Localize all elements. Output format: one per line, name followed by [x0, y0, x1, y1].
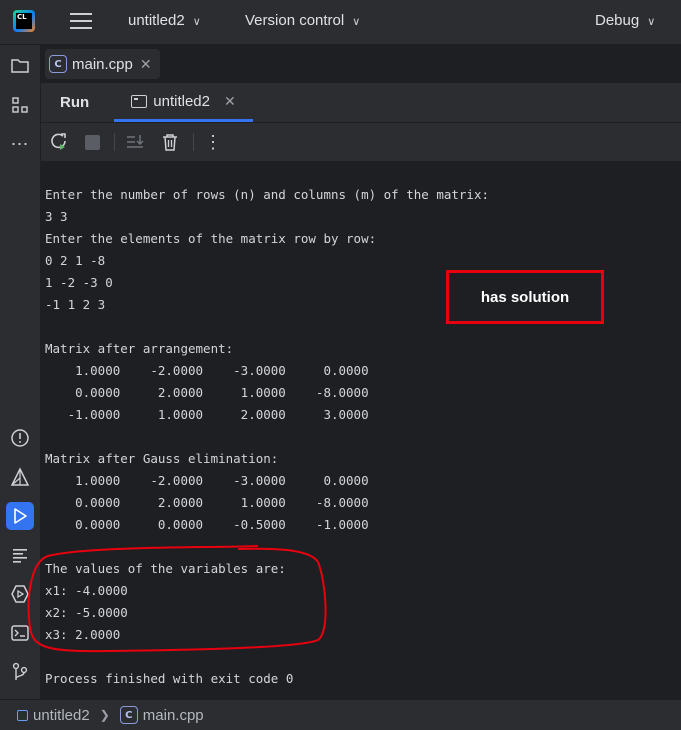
breadcrumb-file-label: main.cpp [142, 706, 204, 724]
cpp-file-icon: C [119, 706, 138, 724]
breadcrumb-project[interactable]: untitled2 [0, 707, 90, 724]
breadcrumb-project-label: untitled2 [33, 706, 90, 724]
module-icon [17, 709, 28, 721]
annotation-circle-icon [27, 545, 327, 653]
status-bar: untitled2 ❯ C main.cpp [0, 699, 681, 730]
chevron-right-icon: ❯ [99, 708, 110, 722]
breadcrumb-file[interactable]: C main.cpp [119, 706, 204, 724]
